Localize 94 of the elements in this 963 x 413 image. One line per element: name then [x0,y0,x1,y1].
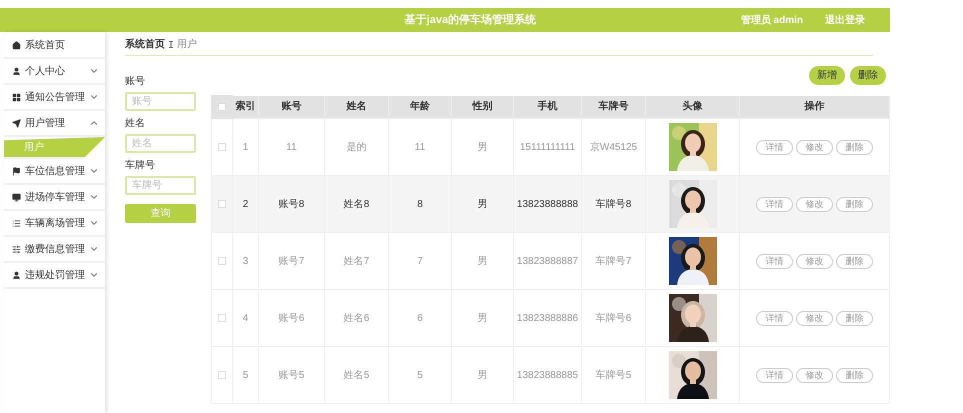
row-action-button[interactable]: 删除 [836,196,873,212]
row-action-button[interactable]: 详情 [756,196,793,212]
row-action-button[interactable]: 详情 [756,310,793,326]
menu-item[interactable]: 个人中心 [4,59,105,85]
user-label: 管理员 admin [740,14,803,28]
table-cell: 2 [242,198,248,210]
list-icon [12,218,21,228]
table-cell: 5 [242,370,248,380]
menu-item[interactable]: 缴费信息管理 [4,237,105,263]
field-label: 车牌号 [125,158,156,172]
monitor-icon [12,192,21,202]
paper-plane-icon [12,118,21,128]
table-cell: 11 [414,142,426,152]
table-cell: 13823888885 [516,370,578,380]
table-cell: 车牌号8 [596,198,632,210]
home-icon [12,40,21,50]
grid-icon [12,92,21,102]
row-action-button[interactable]: 修改 [796,310,833,326]
table-cell: 男 [478,198,488,210]
table-cell: 13823888887 [516,256,578,266]
checkbox[interactable] [218,200,226,208]
table-cell: 姓名8 [344,198,370,210]
table-cell: 车牌号5 [596,370,632,380]
table-cell: 15111111111 [520,142,576,152]
table-cell: 4 [242,312,248,324]
table-cell: 是的 [346,142,366,152]
row-action-button[interactable]: 修改 [796,368,833,382]
row-action-button[interactable]: 修改 [796,140,833,154]
table-cell: 姓名5 [344,370,370,380]
checkbox[interactable] [218,102,226,111]
flag-icon [12,166,21,176]
table-cell: 男 [478,312,488,324]
search-field[interactable]: 姓名 [125,134,196,153]
table-cell: 京W45125 [590,142,638,152]
table-row[interactable]: 3 账号7 姓名7 7 男 13823888887 车牌号7 详情 修改 删除 [212,232,890,290]
table-cell: 3 [242,256,248,266]
row-action-button[interactable]: 删除 [836,254,873,268]
table-cell: 姓名6 [344,312,370,324]
checkbox[interactable] [218,314,226,322]
action-button[interactable]: 删除 [850,66,886,85]
row-action-button[interactable]: 修改 [796,254,833,268]
app-title: 基于java的停车场管理系统 [404,12,536,28]
field-label: 账号 [125,74,146,88]
table-row[interactable]: 5 账号5 姓名5 5 男 13823888885 车牌号5 详情 修改 删除 [212,346,890,404]
row-action-button[interactable]: 详情 [756,140,793,154]
action-button[interactable]: 新增 [809,66,845,85]
table-cell: 男 [478,370,488,380]
table-row[interactable]: 1 11 是的 11 男 15111111111 京W45125 详情 修改 删除 [212,118,890,176]
submenu-item[interactable]: 用户 [4,137,105,159]
logout-link[interactable]: 退出登录 [825,12,865,28]
menu-item[interactable]: 车辆离场管理 [4,211,105,237]
field-label: 姓名 [125,117,146,130]
search-field[interactable]: 账号 [125,92,196,111]
table-cell: 账号7 [278,256,304,266]
table-cell: 男 [478,142,488,152]
table-cell: 男 [478,256,488,266]
search-field[interactable]: 车牌号 [125,176,196,195]
table-cell: 车牌号6 [596,312,632,324]
table-row[interactable]: 2 账号8 姓名8 8 男 13823888888 车牌号8 详情 修改 删除 [212,176,890,232]
search-button[interactable]: 查询 [125,204,196,223]
breadcrumb-link[interactable]: 系统首页 [125,37,165,52]
row-action-button[interactable]: 修改 [796,196,833,212]
menu-item[interactable]: 违规处罚管理 [4,263,105,289]
breadcrumb-current: 用户 [177,38,197,52]
table-cell: 13823888886 [516,312,578,324]
separator-icon [169,41,173,48]
menu-item[interactable]: 车位信息管理 [4,159,105,185]
table-cell: 账号5 [278,370,304,380]
menu-item[interactable]: 系统首页 [4,33,105,59]
table-cell: 5 [417,370,423,380]
table-cell: 账号6 [278,312,304,324]
table-cell: 车牌号7 [596,256,632,266]
table-cell: 姓名7 [344,256,370,266]
table-cell: 账号8 [278,198,304,210]
row-action-button[interactable]: 删除 [836,140,873,154]
table-cell: 11 [286,142,297,152]
menu-item[interactable]: 进场停车管理 [4,185,105,211]
checkbox[interactable] [218,142,226,151]
table-cell: 7 [417,256,423,266]
table-cell: 1 [242,142,248,152]
row-action-button[interactable]: 删除 [836,368,873,382]
row-action-button[interactable]: 详情 [756,254,793,268]
row-action-button[interactable]: 删除 [836,310,873,326]
table-row[interactable]: 4 账号6 姓名6 6 男 13823888886 车牌号6 详情 修改 删除 [212,290,890,346]
table-cell: 6 [417,312,423,324]
checkbox[interactable] [218,370,226,379]
sliders-icon [12,244,21,254]
table-cell: 13823888888 [516,198,578,210]
menu-item[interactable]: 通知公告管理 [4,85,105,111]
checkbox[interactable] [218,256,226,265]
row-action-button[interactable]: 详情 [756,368,793,382]
user-icon [12,66,21,76]
user-icon [12,270,21,280]
table-cell: 8 [417,198,423,210]
